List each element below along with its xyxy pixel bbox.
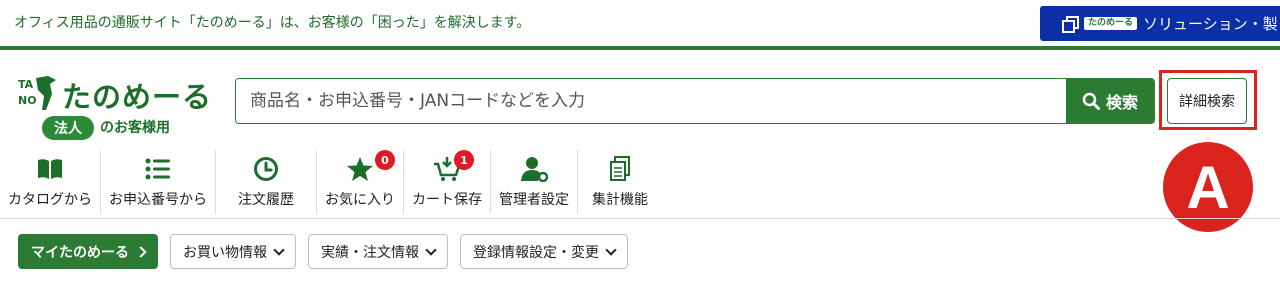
sub-nav: マイたのめーる お買い物情報 実績・注文情報 登録情報設定・変更 — [18, 234, 628, 269]
svg-text:TA: TA — [18, 78, 34, 91]
my-tanomail-label: マイたのめーる — [31, 244, 129, 261]
nav-divider — [0, 218, 1280, 219]
top-bar: オフィス用品の通販サイト「たのめーる」は、お客様の「困った」を解決します。 たの… — [0, 0, 1280, 46]
saved-cart-badge: 1 — [454, 150, 474, 170]
search-icon — [1082, 92, 1100, 110]
book-icon — [36, 155, 64, 183]
search-input[interactable] — [236, 79, 1066, 123]
registration-label: 登録情報設定・変更 — [473, 244, 599, 261]
solution-logo: たのめーる — [1084, 17, 1138, 30]
site-logo[interactable]: TA NO たのめーる 法人 のお客様用 — [18, 72, 218, 140]
nav-label: 注文履歴 — [238, 192, 294, 208]
nav-label: カート保存 — [412, 192, 482, 208]
nav-label: 集計機能 — [592, 192, 648, 208]
site-tagline: オフィス用品の通販サイト「たのめーる」は、お客様の「困った」を解決します。 — [14, 15, 531, 31]
corporate-subtitle: のお客様用 — [100, 120, 170, 136]
solution-link-button[interactable]: たのめーる ソリューション・製 — [1040, 6, 1280, 41]
chevron-down-icon — [425, 243, 437, 256]
nav-favorites[interactable]: 0 お気に入り — [317, 150, 404, 214]
shopping-info-dropdown[interactable]: お買い物情報 — [170, 234, 296, 269]
search-button[interactable]: 検索 — [1066, 79, 1154, 123]
advanced-search-button[interactable]: 詳細検索 — [1167, 78, 1247, 124]
nav-label: カタログから — [8, 192, 92, 208]
documents-icon — [606, 155, 634, 183]
chevron-down-icon — [273, 243, 285, 256]
shopping-info-label: お買い物情報 — [183, 244, 267, 261]
list-icon — [144, 155, 172, 183]
nav-order-history[interactable]: 注文履歴 — [216, 150, 317, 214]
nav-catalog[interactable]: カタログから — [0, 150, 101, 214]
chevron-down-icon — [605, 243, 617, 256]
svg-text:NO: NO — [18, 94, 37, 107]
nav-order-number[interactable]: お申込番号から — [101, 150, 216, 214]
star-icon — [346, 155, 374, 183]
chevron-right-icon — [135, 245, 147, 258]
corporate-badge: 法人 — [42, 116, 94, 140]
brand-name: たのめーる — [62, 80, 213, 114]
nav-admin-settings[interactable]: 管理者設定 — [491, 150, 578, 214]
admin-user-icon — [520, 155, 548, 183]
solution-label: ソリューション・製 — [1143, 15, 1278, 33]
tano-logo-icon: TA NO — [18, 76, 56, 110]
external-window-icon — [1062, 15, 1079, 33]
search-button-label: 検索 — [1105, 93, 1138, 112]
nav-aggregate[interactable]: 集計機能 — [578, 150, 662, 214]
nav-label: 管理者設定 — [499, 192, 569, 208]
nav-label: お気に入り — [325, 192, 395, 208]
order-info-dropdown[interactable]: 実績・注文情報 — [308, 234, 448, 269]
header-divider — [0, 46, 1280, 50]
search-bar: 検索 — [235, 78, 1155, 124]
my-tanomail-button[interactable]: マイたのめーる — [18, 234, 158, 269]
main-nav: カタログから お申込番号から 注文履歴 0 お気に入り 1 カート保存 管理者設… — [0, 150, 662, 214]
nav-saved-cart[interactable]: 1 カート保存 — [404, 150, 491, 214]
registration-dropdown[interactable]: 登録情報設定・変更 — [460, 234, 628, 269]
nav-label: お申込番号から — [109, 192, 207, 208]
favorites-badge: 0 — [375, 150, 395, 170]
clock-icon — [252, 155, 280, 183]
order-info-label: 実績・注文情報 — [321, 244, 419, 261]
